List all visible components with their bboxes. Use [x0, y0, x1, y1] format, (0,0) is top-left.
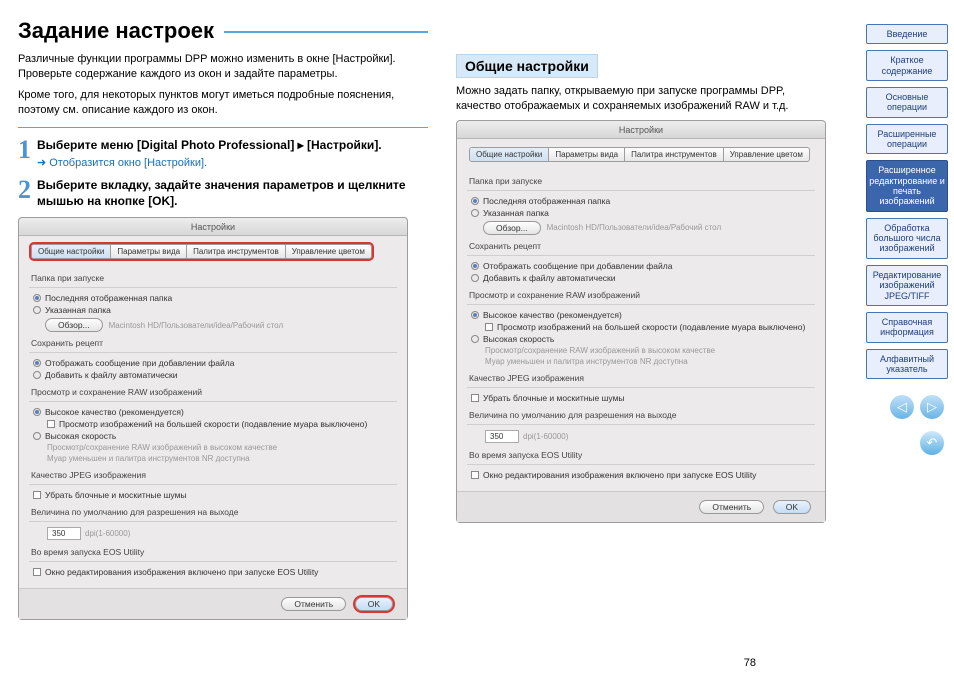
tab-general[interactable]: Общие настройки	[32, 245, 111, 258]
chk-hqsub[interactable]	[47, 420, 55, 428]
nav-basic[interactable]: Основные операции	[866, 87, 948, 118]
nav-reference[interactable]: Справочная информация	[866, 312, 948, 343]
nav-jpegtiff[interactable]: Редактирование изображений JPEG/TIFF	[866, 265, 948, 306]
opt-auto: Добавить к файлу автоматически	[45, 370, 178, 380]
opt-msg: Отображать сообщение при добавлении файл…	[45, 358, 234, 368]
tab-view[interactable]: Параметры вида	[111, 245, 187, 258]
radio-msg[interactable]	[33, 359, 41, 367]
ok-button[interactable]: OK	[355, 597, 393, 611]
title-rule	[224, 31, 428, 33]
nav-contents[interactable]: Краткое содержание	[866, 50, 948, 81]
intro-2: Кроме того, для некоторых пунктов могут …	[18, 88, 428, 118]
chk-eos[interactable]	[33, 568, 41, 576]
lbl-folder: Папка при запуске	[31, 273, 395, 283]
nav-batch[interactable]: Обработка большого числа изображений	[866, 218, 948, 259]
opt-hq: Высокое качество (рекомендуется)	[45, 407, 184, 417]
res-range: dpi(1-60000)	[85, 529, 130, 538]
nav-intro[interactable]: Введение	[866, 24, 948, 44]
lbl-jpeg: Качество JPEG изображения	[31, 470, 395, 480]
opt-hq-sub: Просмотр изображений на большей скорости…	[59, 419, 367, 429]
page-title: Задание настроек	[18, 18, 214, 44]
section2-desc: Можно задать папку, открываемую при запу…	[456, 84, 826, 114]
tab-general-r[interactable]: Общие настройки	[470, 148, 549, 161]
hs-l2: Муар уменьшен и палитра инструментов NR …	[45, 453, 395, 464]
return-icon[interactable]: ↶	[920, 431, 944, 455]
next-page-icon[interactable]: ▷	[920, 395, 944, 419]
hr	[18, 127, 428, 128]
step-1-text: Выберите меню [Digital Photo Professiona…	[37, 138, 382, 154]
step-2-text: Выберите вкладку, задайте значения парам…	[37, 178, 428, 209]
opt-noise: Убрать блочные и москитные шумы	[45, 490, 187, 500]
step-2: 2 Выберите вкладку, задайте значения пар…	[18, 178, 428, 209]
opt-spec: Указанная папка	[45, 305, 111, 315]
lbl-raw: Просмотр и сохранение RAW изображений	[31, 387, 395, 397]
step-1-num: 1	[18, 138, 31, 170]
nav-advprint[interactable]: Расширенное редактирование и печать изоб…	[866, 160, 948, 211]
cancel-button-r[interactable]: Отменить	[699, 500, 764, 514]
step-1: 1 Выберите меню [Digital Photo Professio…	[18, 138, 428, 170]
intro-1: Различные функции программы DPP можно из…	[18, 52, 428, 82]
tab-palette-r[interactable]: Палитра инструментов	[625, 148, 724, 161]
chk-noise[interactable]	[33, 491, 41, 499]
prefs-window-right: Настройки Общие настройки Параметры вида…	[456, 120, 826, 523]
page-number: 78	[744, 657, 756, 669]
radio-hq[interactable]	[33, 408, 41, 416]
prefs-tabs[interactable]: Общие настройки Параметры вида Палитра и…	[31, 244, 372, 259]
tab-palette[interactable]: Палитра инструментов	[187, 245, 286, 258]
nav-index[interactable]: Алфавитный указатель	[866, 349, 948, 380]
opt-hs: Высокая скорость	[45, 431, 116, 441]
ok-button-r[interactable]: OK	[773, 500, 811, 514]
cancel-button[interactable]: Отменить	[281, 597, 346, 611]
opt-last: Последняя отображенная папка	[45, 293, 172, 303]
hs-l1: Просмотр/сохранение RAW изображений в вы…	[45, 442, 395, 453]
tab-color-r[interactable]: Управление цветом	[724, 148, 809, 161]
prefs-tabs-r[interactable]: Общие настройки Параметры вида Палитра и…	[469, 147, 810, 162]
section2-title: Общие настройки	[456, 54, 598, 78]
nav-advanced[interactable]: Расширенные операции	[866, 124, 948, 155]
lbl-recipe: Сохранить рецепт	[31, 338, 395, 348]
tab-color[interactable]: Управление цветом	[286, 245, 371, 258]
radio-hs[interactable]	[33, 432, 41, 440]
opt-eos: Окно редактирования изображения включено…	[45, 567, 318, 577]
step-2-num: 2	[18, 178, 31, 209]
radio-last[interactable]	[33, 294, 41, 302]
sidebar: Введение Краткое содержание Основные опе…	[866, 0, 954, 675]
prefs-titlebar: Настройки	[19, 218, 407, 236]
browse-button[interactable]: Обзор...	[45, 318, 103, 332]
step-1-note: Отобразится окно [Настройки].	[37, 156, 382, 170]
prefs-titlebar-r: Настройки	[457, 121, 825, 139]
lbl-eos: Во время запуска EOS Utility	[31, 547, 395, 557]
radio-spec[interactable]	[33, 306, 41, 314]
prefs-window-left: Настройки Общие настройки Параметры вида…	[18, 217, 408, 620]
tab-view-r[interactable]: Параметры вида	[549, 148, 625, 161]
prev-page-icon[interactable]: ◁	[890, 395, 914, 419]
path-text: Macintosh HD/Пользователи/idea/Рабочий с…	[109, 321, 283, 330]
lbl-res: Величина по умолчанию для разрешения на …	[31, 507, 395, 517]
radio-auto[interactable]	[33, 371, 41, 379]
res-input[interactable]: 350	[47, 527, 81, 540]
